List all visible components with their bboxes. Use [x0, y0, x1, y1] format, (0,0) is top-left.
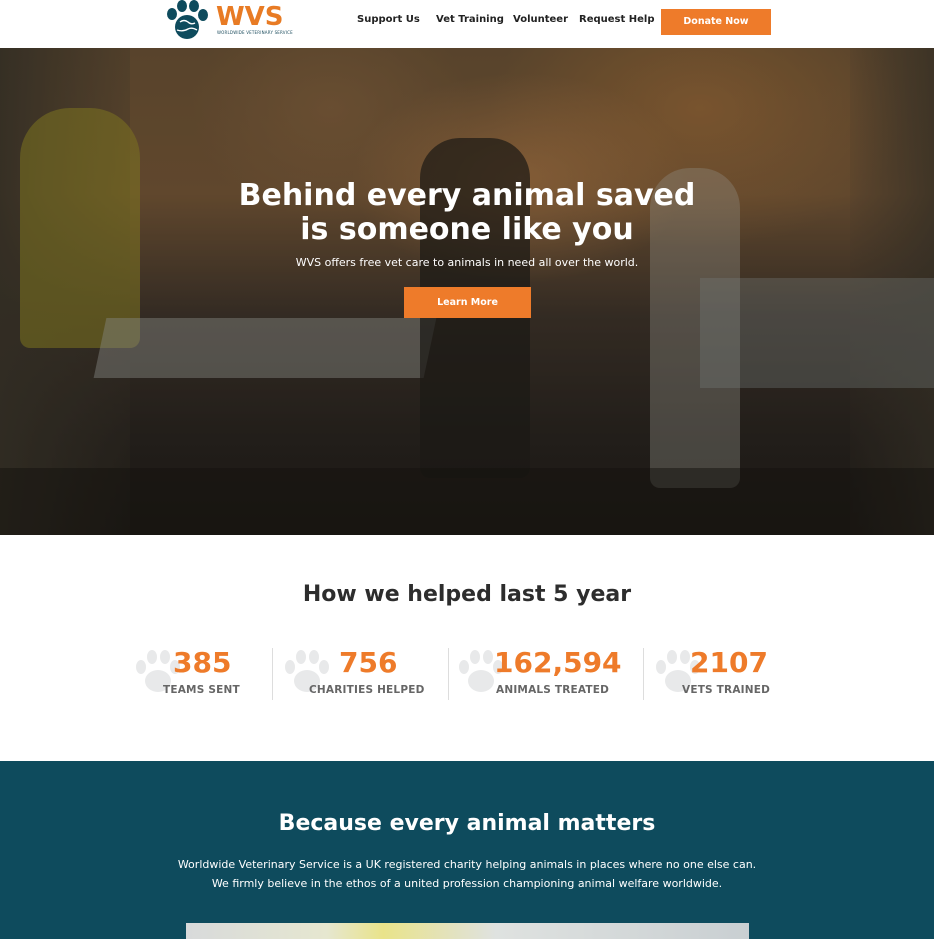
- hero-title: Behind every animal saved is someone lik…: [0, 179, 934, 247]
- nav-vet-training[interactable]: Vet Training: [436, 14, 504, 25]
- stat-vets-trained: 2107 VETS TRAINED: [652, 645, 782, 703]
- stat-animals-treated: 162,594 ANIMALS TREATED: [455, 645, 635, 703]
- stat-label: ANIMALS TREATED: [496, 684, 610, 696]
- paw-globe-icon: [167, 0, 208, 39]
- stat-value: 756: [339, 646, 398, 679]
- wvs-logo[interactable]: WVS WORLDWIDE VETERINARY SERVICE: [163, 0, 293, 42]
- hero-banner: Behind every animal saved is someone lik…: [0, 48, 934, 535]
- stat-divider: [272, 648, 273, 700]
- nav-request-help[interactable]: Request Help: [579, 14, 655, 25]
- stat-charities-helped: 756 CHARITIES HELPED: [281, 645, 441, 703]
- nav-support-us[interactable]: Support Us: [357, 14, 420, 25]
- hero-title-line: Behind every animal saved: [238, 178, 696, 213]
- stat-divider: [448, 648, 449, 700]
- stats-heading: How we helped last 5 year: [302, 582, 632, 607]
- donate-now-button[interactable]: Donate Now: [661, 9, 771, 35]
- mission-image: [186, 923, 749, 939]
- logo-subtitle: WORLDWIDE VETERINARY SERVICE: [217, 30, 293, 35]
- stat-label: VETS TRAINED: [682, 684, 771, 696]
- stat-teams-sent: 385 TEAMS SENT: [132, 645, 262, 703]
- stat-label: CHARITIES HELPED: [309, 684, 425, 696]
- mission-section: Because every animal matters Worldwide V…: [0, 761, 934, 939]
- stat-value: 162,594: [494, 646, 622, 679]
- mission-heading: Because every animal matters: [278, 811, 656, 836]
- logo-wordmark: WVS: [216, 2, 284, 32]
- mission-text: Worldwide Veterinary Service is a UK reg…: [177, 858, 757, 871]
- nav-volunteer[interactable]: Volunteer: [513, 14, 568, 25]
- hero-subtitle: WVS offers free vet care to animals in n…: [295, 256, 639, 269]
- hero-title-line: is someone like you: [300, 212, 634, 247]
- learn-more-button[interactable]: Learn More: [404, 287, 531, 318]
- mission-text: We firmly believe in the ethos of a unit…: [211, 877, 723, 890]
- site-header: WVS WORLDWIDE VETERINARY SERVICE Support…: [0, 0, 934, 48]
- stat-value: 385: [173, 646, 232, 679]
- stat-label: TEAMS SENT: [163, 684, 240, 696]
- stat-divider: [643, 648, 644, 700]
- stat-value: 2107: [690, 646, 768, 679]
